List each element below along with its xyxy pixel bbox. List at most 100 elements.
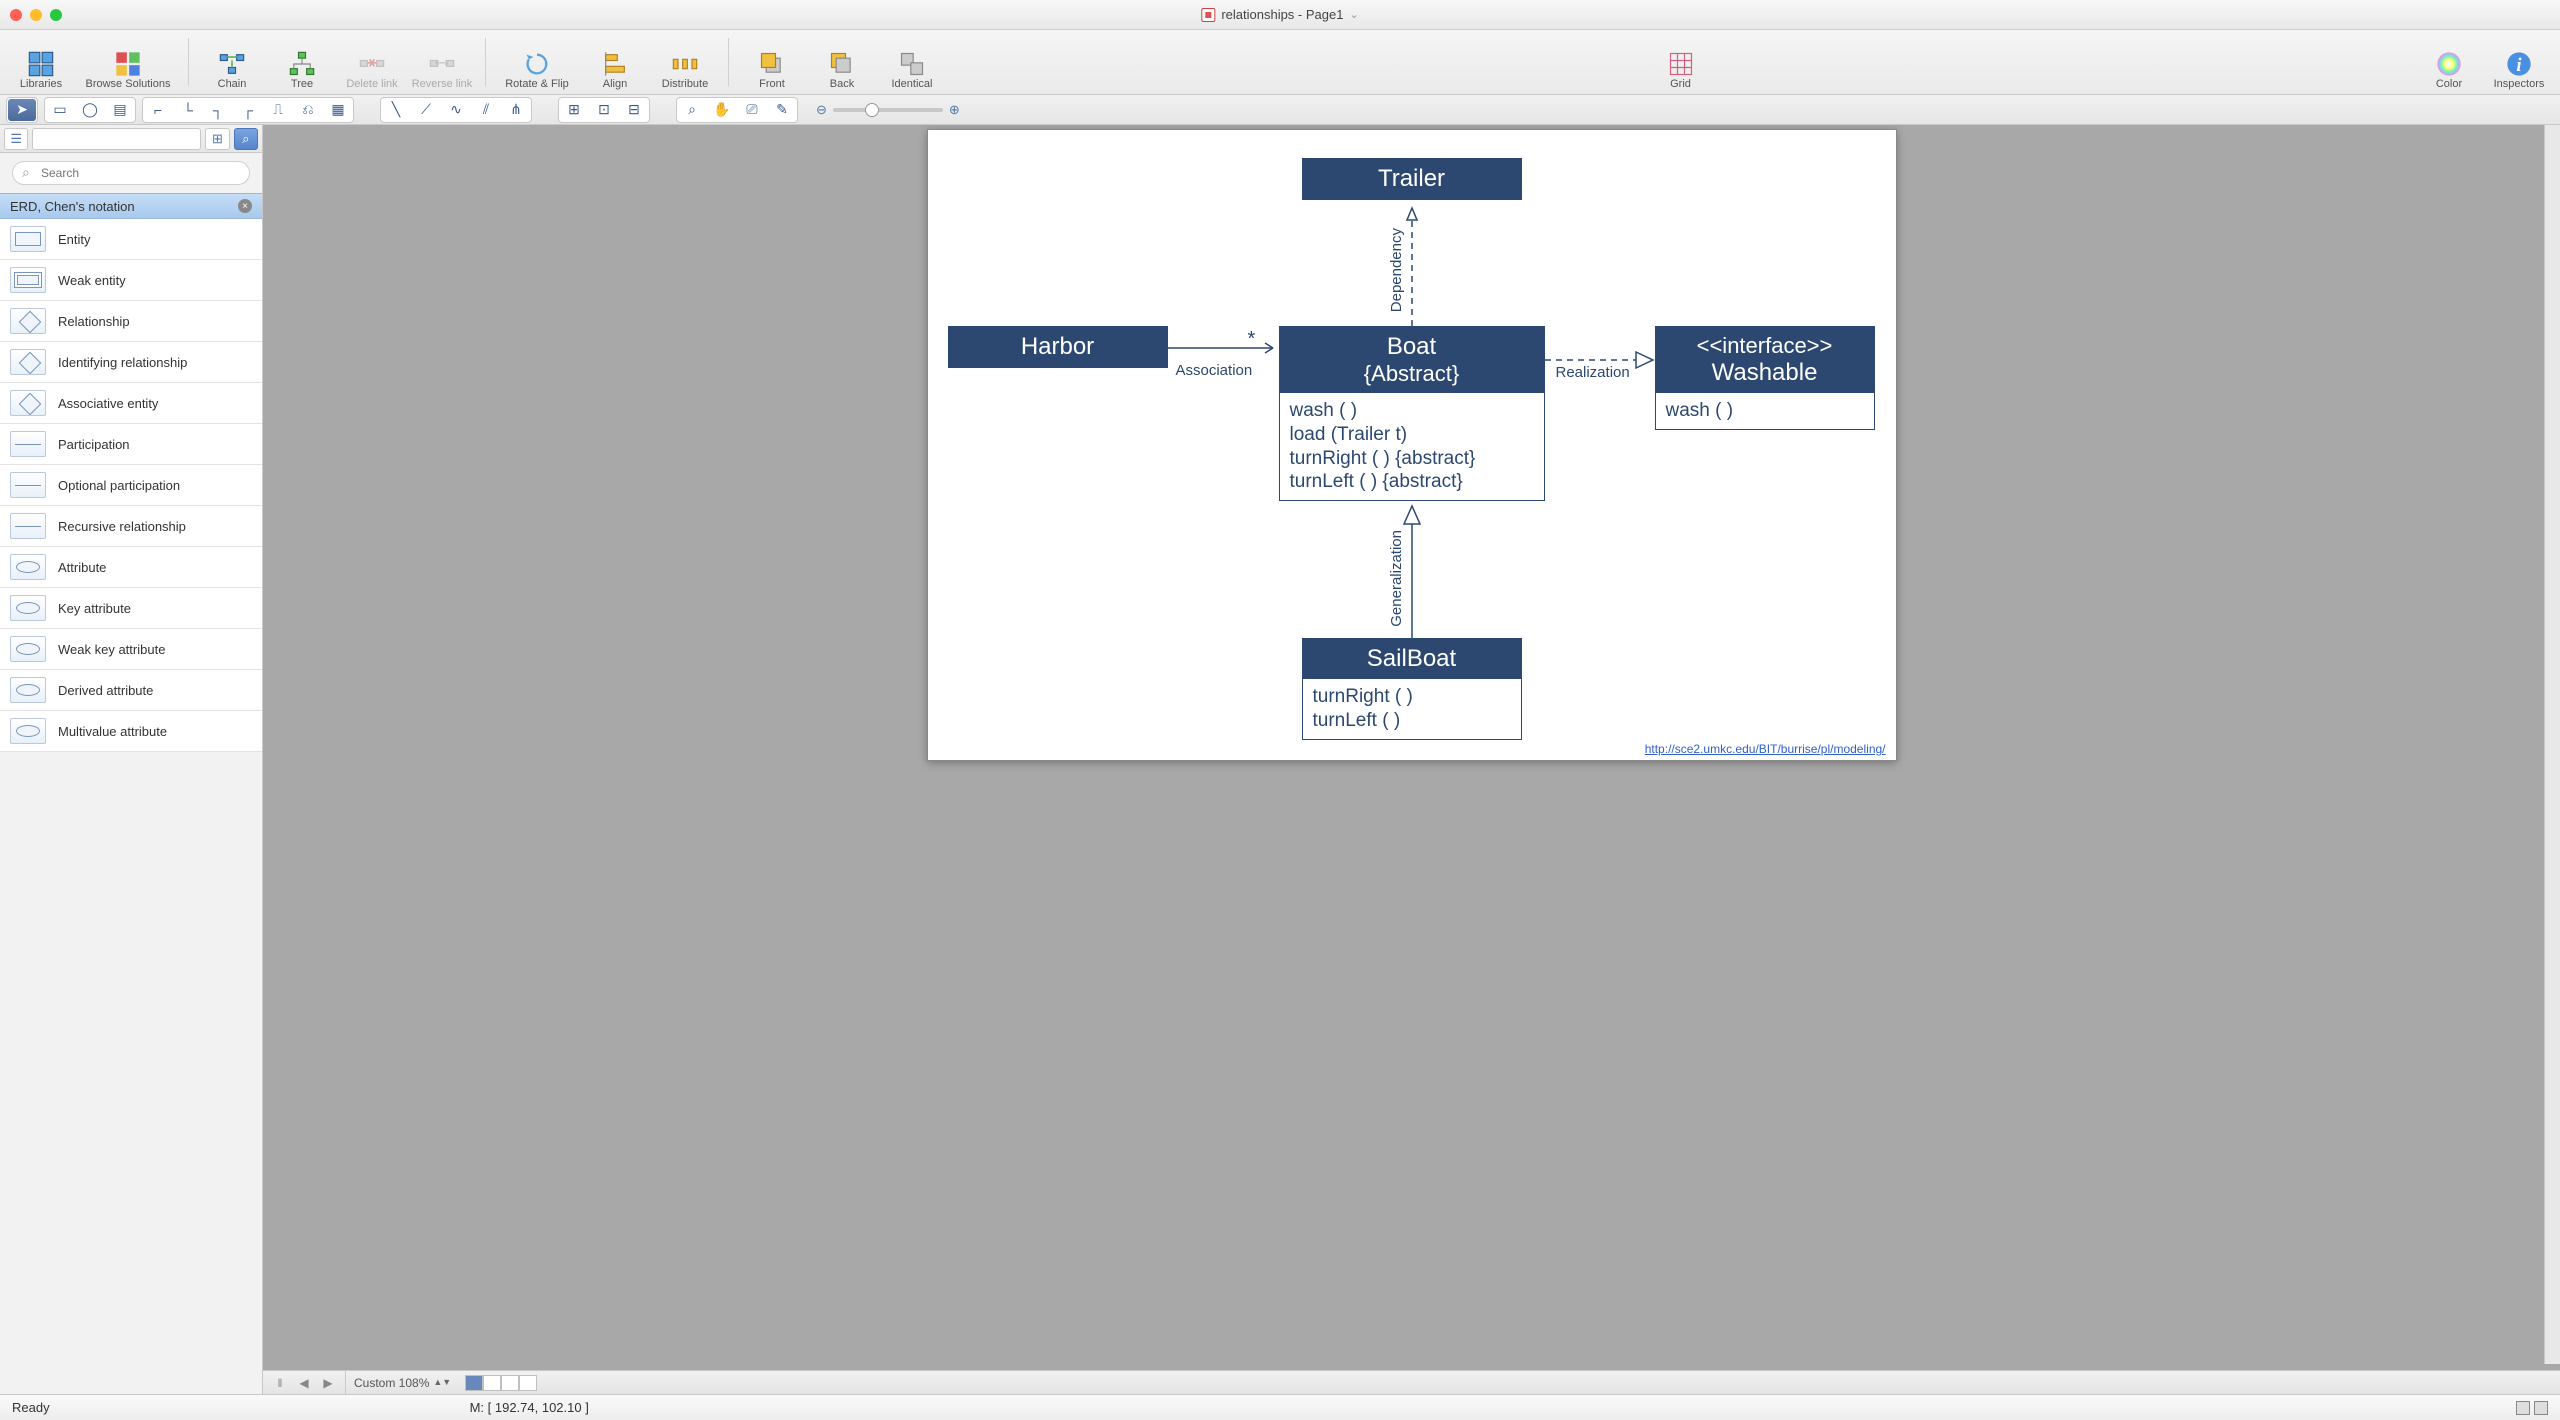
shape-item[interactable]: Key attribute	[0, 588, 262, 629]
uml-trailer[interactable]: Trailer	[1302, 158, 1522, 200]
hand-tool[interactable]: ✋	[708, 99, 736, 121]
conn1-tool[interactable]: ⌐	[144, 99, 172, 121]
back-button[interactable]: Back	[811, 32, 873, 92]
chevron-down-icon[interactable]: ⌄	[1349, 8, 1358, 21]
color-button[interactable]: Color	[2418, 32, 2480, 92]
text-tool[interactable]: ▤	[106, 99, 134, 121]
canvas-scroll[interactable]: Trailer Harbor Boat {Abstract} wash ( )l…	[263, 125, 2560, 1370]
chain-button[interactable]: Chain	[201, 32, 263, 92]
zoom-in-icon[interactable]: ⊕	[949, 102, 960, 118]
conn2-tool[interactable]: └	[174, 99, 202, 121]
main-toolbar: Libraries Browse Solutions Chain Tree De…	[0, 30, 2560, 95]
conn7-tool[interactable]: ▦	[324, 99, 352, 121]
sidebar: ☰ ⊞ ⌕ ERD, Chen's notation × Entity Weak …	[0, 125, 263, 1394]
conn4-tool[interactable]: ┌	[234, 99, 262, 121]
reverse-link-button[interactable]: Reverse link	[411, 32, 473, 92]
status-bar: Ready M: [ 192.74, 102.10 ]	[0, 1394, 2560, 1420]
shape-item[interactable]: Recursive relationship	[0, 506, 262, 547]
minimize-icon[interactable]	[30, 9, 42, 21]
delete-link-icon	[358, 50, 386, 78]
footer-link[interactable]: http://sce2.umkc.edu/BIT/burrise/pl/mode…	[1645, 742, 1886, 756]
distribute-button[interactable]: Distribute	[654, 32, 716, 92]
browse-solutions-button[interactable]: Browse Solutions	[80, 32, 176, 92]
sidebar-section-header[interactable]: ERD, Chen's notation ×	[0, 193, 262, 219]
conn6-tool[interactable]: ⎌	[294, 99, 322, 121]
front-button[interactable]: Front	[741, 32, 803, 92]
shape-item[interactable]: Weak key attribute	[0, 629, 262, 670]
maximize-icon[interactable]	[50, 9, 62, 21]
shape-label: Relationship	[58, 314, 130, 329]
rect-tool[interactable]: ▭	[46, 99, 74, 121]
sidebar-filter-input[interactable]	[32, 128, 201, 150]
rotate-flip-button[interactable]: Rotate & Flip	[498, 32, 576, 92]
sidebar-view-grid[interactable]: ⊞	[205, 128, 229, 150]
shape-thumb	[10, 431, 46, 457]
shape-thumb	[10, 226, 46, 252]
status-coords: M: [ 192.74, 102.10 ]	[470, 1400, 589, 1415]
uml-sailboat[interactable]: SailBoat turnRight ( )turnLeft ( )	[1302, 638, 1522, 740]
rotate-icon	[523, 50, 551, 78]
snap1-tool[interactable]: ⊞	[560, 99, 588, 121]
next-page-icon[interactable]: ▶	[319, 1375, 337, 1391]
search-input[interactable]	[12, 161, 250, 185]
status-indicator-1	[2516, 1401, 2530, 1415]
delete-link-button[interactable]: Delete link	[341, 32, 403, 92]
shape-item[interactable]: Optional participation	[0, 465, 262, 506]
pause-icon[interactable]: ‖	[271, 1375, 289, 1391]
eyedrop-tool[interactable]: ✎	[768, 99, 796, 121]
shape-item[interactable]: Entity	[0, 219, 262, 260]
sidebar-search-toggle[interactable]: ⌕	[234, 128, 258, 150]
stamp-tool[interactable]: ⎚	[738, 99, 766, 121]
shape-label: Recursive relationship	[58, 519, 186, 534]
close-section-icon[interactable]: ×	[238, 199, 252, 213]
shape-item[interactable]: Identifying relationship	[0, 342, 262, 383]
shape-item[interactable]: Multivalue attribute	[0, 711, 262, 752]
vertical-scrollbar[interactable]	[2544, 125, 2560, 1364]
pointer-tool[interactable]: ➤	[8, 99, 36, 121]
inspectors-icon: i	[2505, 50, 2533, 78]
diagram-page[interactable]: Trailer Harbor Boat {Abstract} wash ( )l…	[927, 129, 1897, 761]
shape-label: Key attribute	[58, 601, 131, 616]
line2-tool[interactable]: ⟋	[412, 99, 440, 121]
inspectors-button[interactable]: iInspectors	[2488, 32, 2550, 92]
tree-button[interactable]: Tree	[271, 32, 333, 92]
page-thumbnails[interactable]	[465, 1375, 537, 1391]
identical-button[interactable]: Identical	[881, 32, 943, 92]
line3-tool[interactable]: ∿	[442, 99, 470, 121]
shape-item[interactable]: Relationship	[0, 301, 262, 342]
shape-thumb	[10, 349, 46, 375]
line5-tool[interactable]: ⋔	[502, 99, 530, 121]
color-icon	[2435, 50, 2463, 78]
conn3-tool[interactable]: ┐	[204, 99, 232, 121]
uml-washable[interactable]: <<interface>> Washable wash ( )	[1655, 326, 1875, 430]
libraries-button[interactable]: Libraries	[10, 32, 72, 92]
shape-item[interactable]: Weak entity	[0, 260, 262, 301]
align-button[interactable]: Align	[584, 32, 646, 92]
zoom-slider[interactable]: ⊖ ⊕	[816, 102, 960, 118]
uml-harbor[interactable]: Harbor	[948, 326, 1168, 368]
snap3-tool[interactable]: ⊟	[620, 99, 648, 121]
shape-item[interactable]: Participation	[0, 424, 262, 465]
shape-thumb	[10, 472, 46, 498]
realization-label: Realization	[1556, 364, 1630, 381]
tree-icon	[288, 50, 316, 78]
line4-tool[interactable]: ⫽	[472, 99, 500, 121]
shape-label: Entity	[58, 232, 91, 247]
snap2-tool[interactable]: ⊡	[590, 99, 618, 121]
zoom-out-icon[interactable]: ⊖	[816, 102, 827, 118]
shape-thumb	[10, 718, 46, 744]
line1-tool[interactable]: ╲	[382, 99, 410, 121]
ellipse-tool[interactable]: ◯	[76, 99, 104, 121]
zoom-tool[interactable]: ⌕	[678, 99, 706, 121]
shape-item[interactable]: Associative entity	[0, 383, 262, 424]
shape-item[interactable]: Derived attribute	[0, 670, 262, 711]
grid-button[interactable]: Grid	[1650, 32, 1712, 92]
sidebar-view-list[interactable]: ☰	[4, 128, 28, 150]
prev-page-icon[interactable]: ◀	[295, 1375, 313, 1391]
shape-item[interactable]: Attribute	[0, 547, 262, 588]
uml-boat[interactable]: Boat {Abstract} wash ( )load (Trailer t)…	[1279, 326, 1545, 501]
zoom-display[interactable]: Custom 108% ▲▼	[346, 1376, 459, 1390]
identical-icon	[898, 50, 926, 78]
close-icon[interactable]	[10, 9, 22, 21]
conn5-tool[interactable]: ⎍	[264, 99, 292, 121]
